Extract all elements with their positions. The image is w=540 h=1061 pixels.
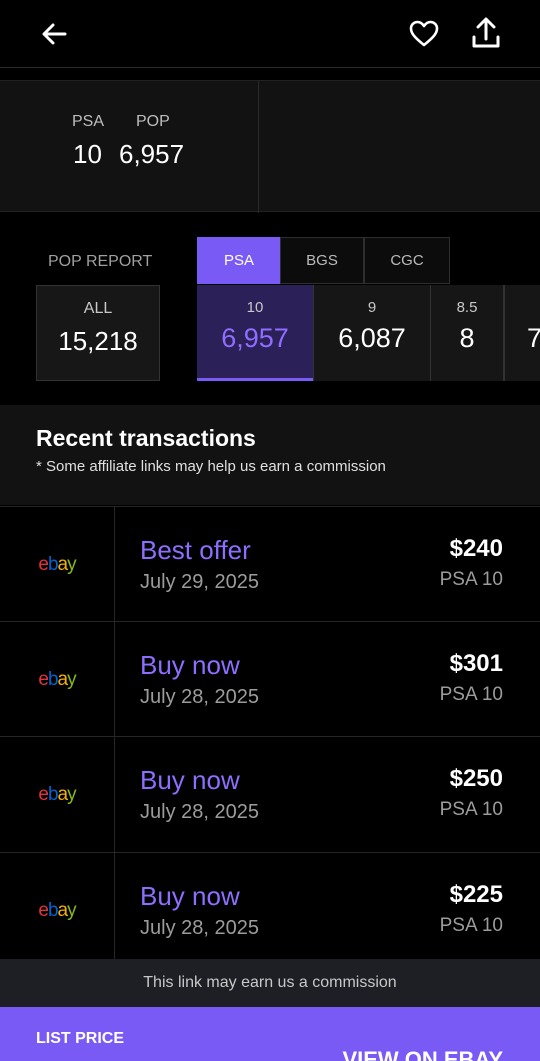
commission-note: This link may earn us a commission — [0, 959, 540, 1007]
grade-cell-9[interactable]: 9 6,087 — [314, 285, 431, 381]
card-divider — [258, 81, 259, 213]
tab-psa[interactable]: PSA — [197, 237, 281, 284]
transaction-row[interactable]: ebay Buy now July 28, 2025 $250 PSA 10 — [0, 736, 540, 852]
grade-cell-partial[interactable]: 7 — [504, 285, 540, 381]
list-price-label: LIST PRICE — [36, 1030, 125, 1047]
pop-label: POP — [136, 113, 170, 130]
tab-cgc[interactable]: CGC — [364, 237, 450, 284]
grade-value: 8 — [459, 323, 475, 353]
transaction-date: July 29, 2025 — [140, 571, 259, 593]
transaction-price: $250 — [449, 765, 503, 792]
ebay-logo: ebay — [0, 853, 115, 968]
transaction-row[interactable]: ebay Buy now July 28, 2025 $225 PSA 10 — [0, 852, 540, 968]
grade-value: 7 — [527, 323, 540, 354]
ebay-logo: ebay — [0, 737, 115, 852]
section-title: Recent transactions — [36, 425, 256, 451]
grade-value: 6,957 — [221, 323, 289, 353]
view-on-ebay-bar[interactable]: LIST PRICE VIEW ON EBAY — [0, 1007, 540, 1061]
grade-cell-8-5[interactable]: 8.5 8 — [431, 285, 504, 381]
transaction-type: Buy now — [140, 765, 240, 795]
transaction-row[interactable]: ebay Buy now July 28, 2025 $301 PSA 10 — [0, 621, 540, 737]
transaction-type: Buy now — [140, 650, 240, 680]
transaction-date: July 28, 2025 — [140, 801, 259, 823]
grade-value: 6,087 — [338, 323, 406, 353]
transaction-date: July 28, 2025 — [140, 917, 259, 939]
grade-label: 10 — [246, 299, 264, 316]
heart-icon[interactable] — [406, 16, 442, 52]
transaction-type: Buy now — [140, 881, 240, 911]
ebay-logo: ebay — [0, 622, 115, 737]
top-bar — [0, 0, 540, 68]
ebay-logo: ebay — [0, 507, 115, 622]
transaction-price: $225 — [449, 881, 503, 908]
affiliate-note: * Some affiliate links may help us earn … — [36, 458, 386, 475]
all-label: ALL — [83, 300, 113, 317]
view-on-ebay-button[interactable]: VIEW ON EBAY — [342, 1047, 503, 1061]
transaction-grade: PSA 10 — [439, 684, 503, 705]
grade-label: 8.5 — [456, 299, 478, 316]
pop-report-label: POP REPORT — [48, 253, 153, 270]
all-value: 15,218 — [58, 326, 138, 356]
all-grades-box[interactable]: ALL 15,218 — [36, 285, 160, 381]
tab-bgs[interactable]: BGS — [280, 237, 364, 284]
grade-cell-10[interactable]: 10 6,957 — [197, 285, 314, 381]
share-icon[interactable] — [467, 14, 505, 52]
transaction-row[interactable]: ebay Best offer July 29, 2025 $240 PSA 1… — [0, 506, 540, 622]
transaction-type: Best offer — [140, 535, 251, 565]
transaction-date: July 28, 2025 — [140, 686, 259, 708]
grade-label: 9 — [367, 299, 377, 316]
pop-value: 6,957 — [119, 139, 185, 169]
transaction-price: $240 — [449, 535, 503, 562]
transaction-price: $301 — [449, 650, 503, 677]
transaction-grade: PSA 10 — [439, 799, 503, 820]
psa-label: PSA — [72, 113, 105, 130]
psa-grade-value: 10 — [73, 139, 102, 169]
transaction-grade: PSA 10 — [439, 915, 503, 936]
pop-summary-card: PSA 10 POP 6,957 — [0, 80, 540, 213]
recent-transactions-header: Recent transactions * Some affiliate lin… — [0, 405, 540, 505]
arrow-left-icon[interactable] — [36, 16, 72, 52]
transaction-grade: PSA 10 — [439, 569, 503, 590]
